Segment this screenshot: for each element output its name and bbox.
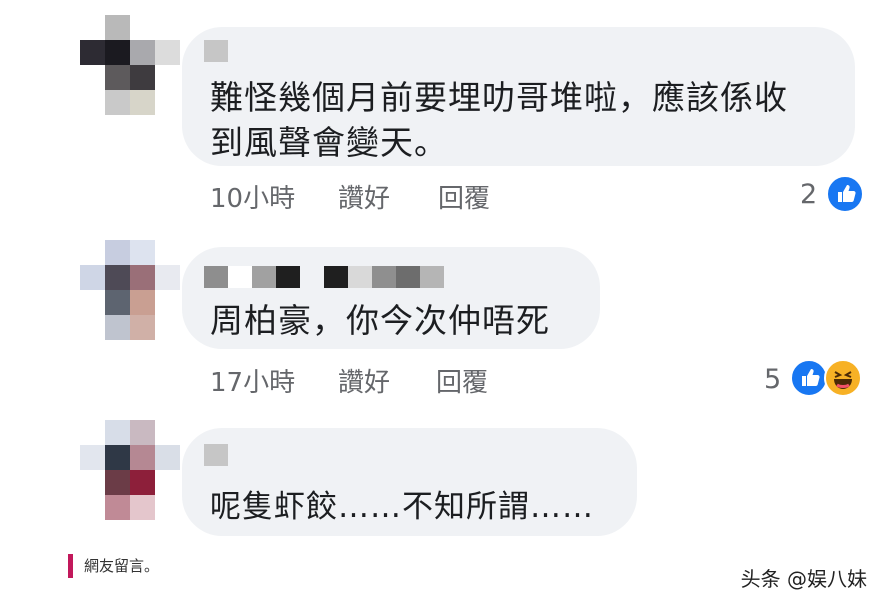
commenter-name[interactable] <box>204 444 228 466</box>
timestamp[interactable]: 17小時 <box>210 362 338 399</box>
comment-text: 難怪幾個月前要埋叻哥堆啦，應該係收 到風聲會變天。 <box>210 75 788 165</box>
caption: 網友留言。 <box>84 557 160 575</box>
like-action[interactable]: 讚好 <box>338 362 436 399</box>
avatar[interactable] <box>80 240 180 340</box>
commenter-name[interactable] <box>204 266 444 288</box>
avatar[interactable] <box>80 420 180 520</box>
reply-action[interactable]: 回覆 <box>436 362 488 399</box>
comment-actions: 17小時 讚好 回覆 <box>210 362 488 399</box>
comment-text: 呢隻虾餃……不知所謂…… <box>210 489 594 525</box>
like-icon[interactable] <box>826 175 864 213</box>
reaction-count[interactable]: 2 <box>800 179 817 210</box>
reaction-count[interactable]: 5 <box>764 364 781 395</box>
caption-marker <box>68 554 73 578</box>
like-action[interactable]: 讚好 <box>338 178 438 215</box>
timestamp[interactable]: 10小時 <box>210 178 338 215</box>
reply-action[interactable]: 回覆 <box>438 178 490 215</box>
like-icon[interactable] <box>790 359 828 397</box>
avatar[interactable] <box>80 15 180 115</box>
comment-text: 周柏豪，你今次仲唔死 <box>210 301 550 340</box>
comment-text-line: 難怪幾個月前要埋叻哥堆啦，應該係收 <box>210 78 788 117</box>
watermark: 头条 @娱八妹 <box>740 567 867 591</box>
haha-icon[interactable] <box>824 359 862 397</box>
comment-actions: 10小時 讚好 回覆 <box>210 178 490 215</box>
comment-text-line: 到風聲會變天。 <box>210 123 448 162</box>
commenter-name[interactable] <box>204 40 228 62</box>
